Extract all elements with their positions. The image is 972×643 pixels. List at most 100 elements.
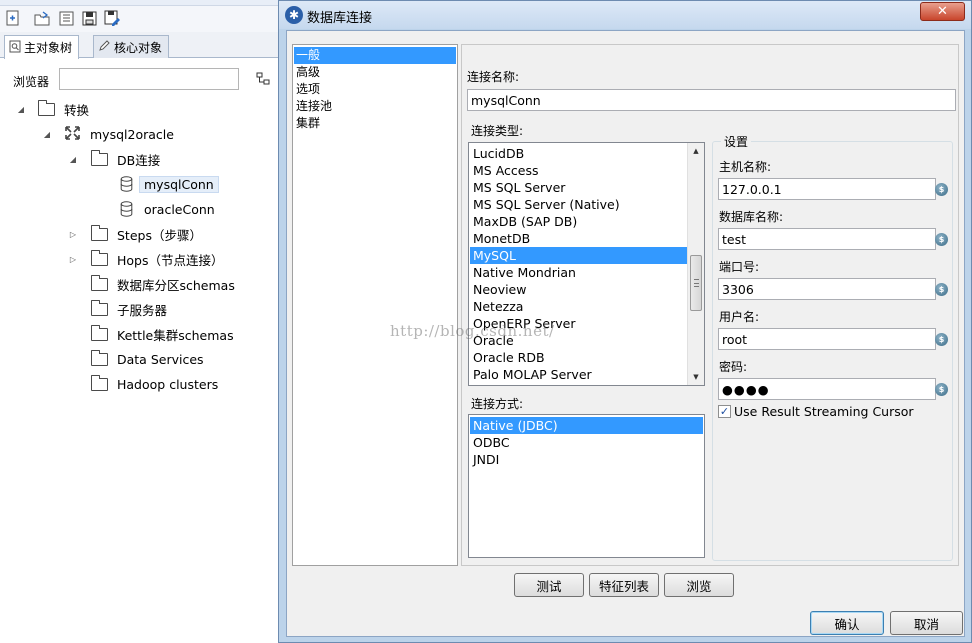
variable-icon[interactable]: $ [935,333,948,346]
category-pooling[interactable]: 连接池 [294,98,456,115]
tab-core-objects-label: 核心对象 [114,40,163,55]
tree-node-partition-schemas[interactable]: 数据库分区schemas [90,274,235,294]
list-item[interactable]: Oracle RDB [470,349,687,366]
dialog-client-area: 一般 高级 选项 连接池 集群 连接名称: mysqlConn 连接类型: Lu… [286,30,965,637]
tab-main-tree[interactable]: 主对象树 [4,35,80,59]
port-input[interactable]: 3306 [718,278,936,300]
list-item[interactable]: MonetDB [470,230,687,247]
tree-node-label: Hops（节点连接） [117,252,224,268]
tree-node-cluster-schemas[interactable]: Kettle集群schemas [90,324,234,344]
expanded-arrow-icon[interactable]: ◢ [16,104,26,114]
browser-search-input[interactable] [59,68,239,90]
list-item[interactable]: MS SQL Server (Native) [470,196,687,213]
tree-node-slave-servers[interactable]: 子服务器 [90,299,168,319]
tree-node-label: mysql2oracle [90,126,174,142]
category-options[interactable]: 选项 [294,81,456,98]
explore-repository-icon[interactable] [57,9,75,27]
list-item[interactable]: JNDI [470,451,703,468]
username-label: 用户名: [719,310,760,324]
folder-icon [37,99,55,116]
save-icon[interactable] [80,9,98,27]
tree-node-mysql2oracle[interactable]: mysql2oracle [64,124,174,144]
database-icon [120,176,133,192]
category-clustering[interactable]: 集群 [294,115,456,132]
list-item[interactable]: MS Access [470,162,687,179]
list-item[interactable]: ODBC [470,434,703,451]
tree-node-transformations[interactable]: 转换 [37,99,89,119]
list-item-selected[interactable]: Native (JDBC) [470,417,703,434]
variable-icon[interactable]: $ [935,283,948,296]
host-input[interactable]: 127.0.0.1 [718,178,936,200]
connection-name-input[interactable]: mysqlConn [467,89,956,111]
scroll-thumb[interactable] [690,255,702,311]
tab-core-objects[interactable]: 核心对象 [93,35,170,58]
port-label: 端口号: [719,260,760,274]
test-button[interactable]: 测试 [514,573,584,597]
close-button[interactable]: ✕ [920,2,965,21]
list-item[interactable]: MaxDB (SAP DB) [470,213,687,230]
username-input[interactable]: root [718,328,936,350]
expanded-arrow-icon[interactable]: ◢ [42,129,52,139]
cancel-button[interactable]: 取消 [890,611,963,635]
tree-node-mysqlconn[interactable]: mysqlConn [120,174,219,194]
tree-node-label: 数据库分区schemas [117,277,235,293]
spoon-explorer-panel: 主对象树 核心对象 浏览器 ◢ 转换 ◢ mysql2oracle ◢ DB连接… [0,0,280,643]
explorer-tab-bar: 主对象树 核心对象 [0,32,280,59]
browser-search-row: 浏览器 [0,66,280,94]
new-file-icon[interactable] [4,9,22,27]
variable-icon[interactable]: $ [935,233,948,246]
list-item[interactable]: Neoview [470,281,687,298]
explore-button[interactable]: 浏览 [664,573,734,597]
folder-icon [90,249,108,266]
tree-node-oracleconn[interactable]: oracleConn [120,199,215,219]
database-name-label: 数据库名称: [719,210,784,224]
host-label: 主机名称: [719,160,772,174]
collapsed-arrow-icon[interactable]: ▷ [68,254,78,264]
browser-label: 浏览器 [13,75,50,89]
category-list: 一般 高级 选项 连接池 集群 [292,44,458,566]
category-general[interactable]: 一般 [294,47,456,64]
folder-icon [90,224,108,241]
tree-node-label: 子服务器 [117,302,168,318]
list-item-selected[interactable]: MySQL [470,247,687,264]
scroll-up-arrow-icon[interactable]: ▲ [688,143,704,159]
list-item[interactable]: LucidDB [470,145,687,162]
list-item[interactable]: MS SQL Server [470,179,687,196]
save-as-icon[interactable] [103,9,121,27]
tree-node-label: Data Services [117,351,204,367]
tab-main-tree-label: 主对象树 [24,41,73,55]
collapsed-arrow-icon[interactable]: ▷ [68,229,78,239]
dialog-title-bar[interactable]: ✱ 数据库连接 ✕ [279,1,971,29]
connection-type-list[interactable]: LucidDB MS Access MS SQL Server MS SQL S… [468,142,705,386]
list-item[interactable]: Netezza [470,298,687,315]
tree-node-hops[interactable]: Hops（节点连接） [90,249,224,269]
password-input[interactable]: ●●●● [718,378,936,400]
tree-node-db-connections[interactable]: DB连接 [90,149,161,169]
expand-collapse-icon[interactable] [256,72,271,89]
access-method-label: 连接方式: [471,397,524,411]
database-name-input[interactable]: test [718,228,936,250]
category-advanced[interactable]: 高级 [294,64,456,81]
list-item[interactable]: Native Mondrian [470,264,687,281]
feature-list-button[interactable]: 特征列表 [589,573,659,597]
tree-node-label: DB连接 [117,152,161,168]
close-icon: ✕ [937,4,948,19]
streaming-cursor-checkbox[interactable]: ✓ [718,405,731,418]
database-connection-dialog: ✱ 数据库连接 ✕ 一般 高级 选项 连接池 集群 连接名称: mysqlCon… [278,0,972,643]
tree-node-steps[interactable]: Steps（步骤） [90,224,202,244]
open-folder-icon[interactable] [33,9,51,27]
variable-icon[interactable]: $ [935,183,948,196]
access-method-list[interactable]: Native (JDBC) ODBC JNDI [468,414,705,558]
password-label: 密码: [719,360,748,374]
list-item[interactable]: Palo MOLAP Server [470,366,687,383]
connection-type-label: 连接类型: [471,124,524,138]
connection-type-scrollbar[interactable]: ▲ ▼ [687,143,704,385]
tree-node-hadoop-clusters[interactable]: Hadoop clusters [90,374,218,394]
tree-node-data-services[interactable]: Data Services [90,349,204,369]
scroll-down-arrow-icon[interactable]: ▼ [688,369,704,385]
list-item[interactable]: Oracle [470,332,687,349]
expanded-arrow-icon[interactable]: ◢ [68,154,78,164]
list-item[interactable]: OpenERP Server [470,315,687,332]
ok-button[interactable]: 确认 [810,611,884,635]
variable-icon[interactable]: $ [935,383,948,396]
